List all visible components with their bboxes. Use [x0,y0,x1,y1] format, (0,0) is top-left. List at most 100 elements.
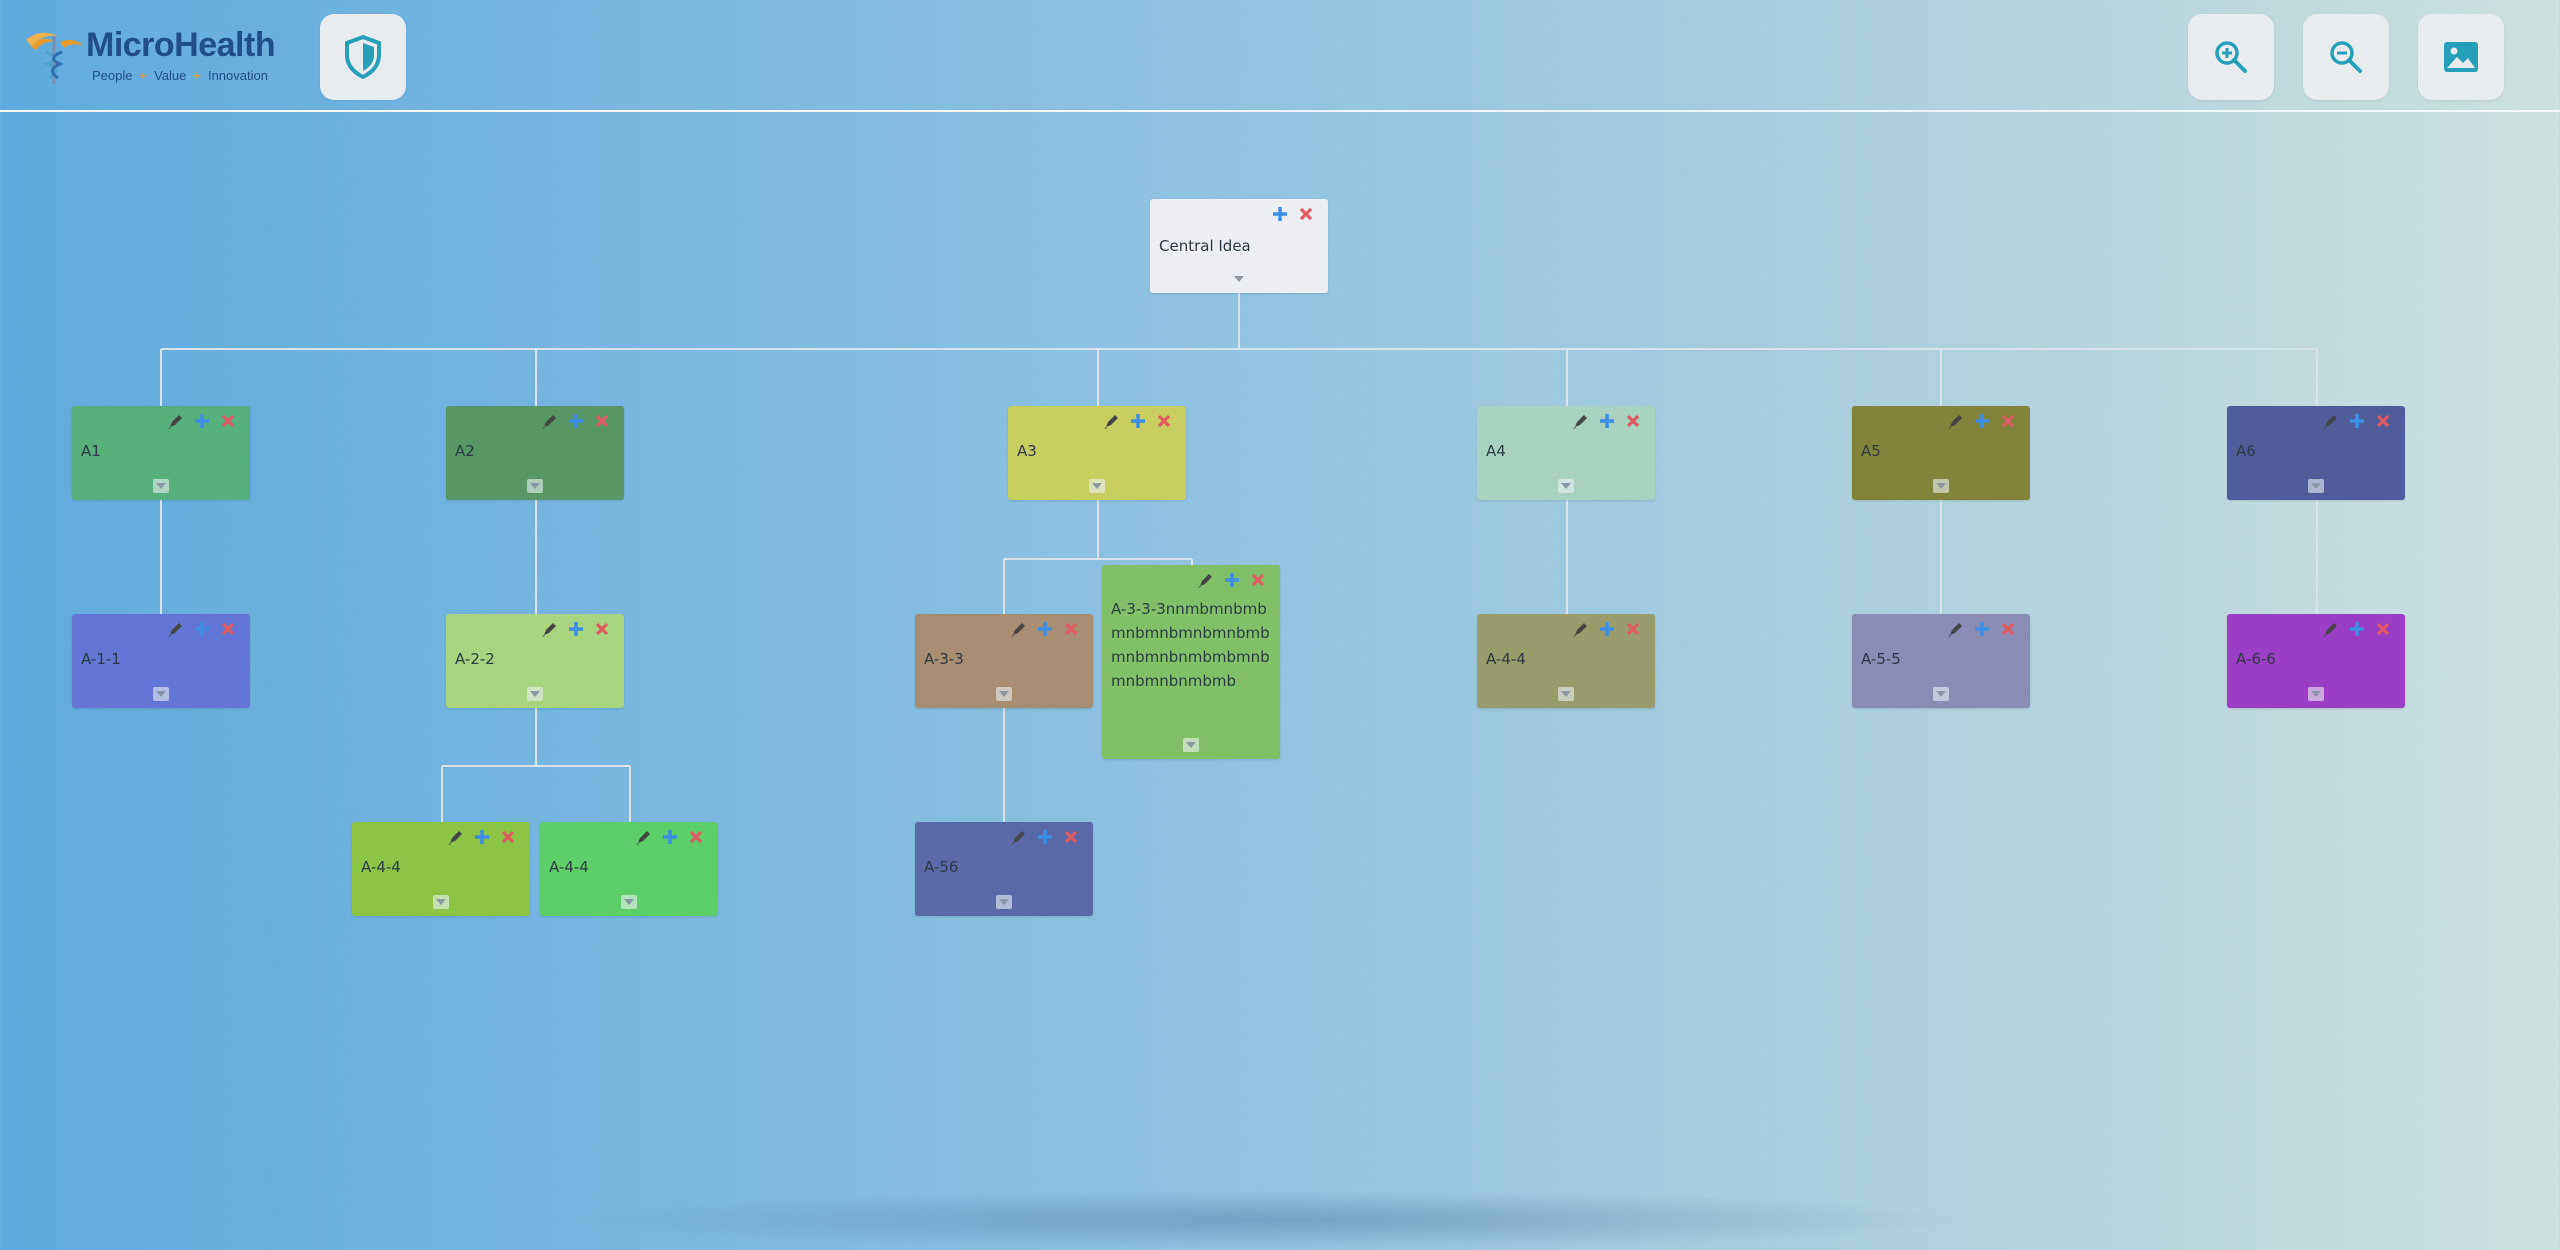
mindmap-node-a56[interactable]: A-56 [915,822,1093,916]
collapse-toggle[interactable] [1089,479,1105,493]
add-child-icon[interactable] [1597,619,1617,639]
add-child-icon[interactable] [2347,619,2367,639]
edit-node-icon[interactable] [446,827,466,847]
collapse-toggle[interactable] [2308,479,2324,493]
canvas-shadow [560,1190,1980,1250]
add-child-icon[interactable] [472,827,492,847]
collapse-toggle[interactable] [621,895,637,909]
add-child-icon[interactable] [566,411,586,431]
collapse-toggle[interactable] [433,895,449,909]
delete-node-icon[interactable] [1248,570,1268,590]
mindmap-node-a22[interactable]: A-2-2 [446,614,624,708]
delete-node-icon[interactable] [498,827,518,847]
collapse-toggle[interactable] [1231,272,1247,286]
node-label: A-1-1 [81,650,121,668]
collapse-toggle[interactable] [996,687,1012,701]
delete-node-icon[interactable] [1623,619,1643,639]
caret-down-icon [530,483,540,489]
collapse-toggle[interactable] [153,479,169,493]
add-child-icon[interactable] [566,619,586,639]
delete-node-icon[interactable] [592,619,612,639]
edit-node-icon[interactable] [1009,827,1029,847]
collapse-toggle[interactable] [2308,687,2324,701]
node-label: A6 [2236,442,2256,460]
delete-node-icon[interactable] [2373,411,2393,431]
edit-node-icon[interactable] [2321,411,2341,431]
mindmap-node-a44b[interactable]: A-4-4 [352,822,530,916]
add-child-icon[interactable] [192,411,212,431]
delete-node-icon[interactable] [2373,619,2393,639]
add-child-icon[interactable] [1035,827,1055,847]
edit-node-icon[interactable] [166,411,186,431]
mindmap-node-a66[interactable]: A-6-6 [2227,614,2405,708]
collapse-toggle[interactable] [996,895,1012,909]
delete-node-icon[interactable] [1296,204,1316,224]
collapse-toggle[interactable] [1183,738,1199,752]
add-child-icon[interactable] [1597,411,1617,431]
delete-node-icon[interactable] [218,619,238,639]
collapse-toggle[interactable] [527,687,543,701]
add-child-icon[interactable] [1270,204,1290,224]
node-label: A-3-3-3nnmbmnbmbmnbmnbmnbmnbmbmnbmnbnmbm… [1111,600,1270,690]
add-child-icon[interactable] [660,827,680,847]
mindmap-node-a1[interactable]: A1 [72,406,250,500]
collapse-toggle[interactable] [527,479,543,493]
edit-node-icon[interactable] [1571,619,1591,639]
mindmap-node-a11[interactable]: A-1-1 [72,614,250,708]
caret-down-icon [156,691,166,697]
mindmap-node-a55[interactable]: A-5-5 [1852,614,2030,708]
delete-node-icon[interactable] [1623,411,1643,431]
caret-down-icon [156,483,166,489]
node-label: A-5-5 [1861,650,1901,668]
edit-node-icon[interactable] [1946,619,1966,639]
mindmap-node-a44[interactable]: A-4-4 [1477,614,1655,708]
add-child-icon[interactable] [2347,411,2367,431]
edit-node-icon[interactable] [540,411,560,431]
add-child-icon[interactable] [1972,619,1992,639]
node-label: A2 [455,442,475,460]
mindmap-node-a333[interactable]: A-3-3-3nnmbmnbmbmnbmnbmnbmnbmbmnbmnbnmbm… [1102,565,1280,759]
caret-down-icon [2311,691,2321,697]
mindmap-node-a44c[interactable]: A-4-4 [540,822,718,916]
delete-node-icon[interactable] [592,411,612,431]
add-child-icon[interactable] [1128,411,1148,431]
add-child-icon[interactable] [1222,570,1242,590]
collapse-toggle[interactable] [1933,687,1949,701]
edit-node-icon[interactable] [1009,619,1029,639]
collapse-toggle[interactable] [1558,687,1574,701]
node-label: Central Idea [1159,237,1251,255]
edit-node-icon[interactable] [1196,570,1216,590]
mindmap-node-a5[interactable]: A5 [1852,406,2030,500]
node-label: A-4-4 [549,858,589,876]
edit-node-icon[interactable] [1102,411,1122,431]
node-label: A1 [81,442,101,460]
edit-node-icon[interactable] [2321,619,2341,639]
delete-node-icon[interactable] [218,411,238,431]
delete-node-icon[interactable] [1061,619,1081,639]
node-label: A-2-2 [455,650,495,668]
collapse-toggle[interactable] [1558,479,1574,493]
delete-node-icon[interactable] [1998,411,2018,431]
edit-node-icon[interactable] [540,619,560,639]
mindmap-node-a33[interactable]: A-3-3 [915,614,1093,708]
edit-node-icon[interactable] [1946,411,1966,431]
collapse-toggle[interactable] [1933,479,1949,493]
delete-node-icon[interactable] [1154,411,1174,431]
edit-node-icon[interactable] [1571,411,1591,431]
delete-node-icon[interactable] [1061,827,1081,847]
add-child-icon[interactable] [1972,411,1992,431]
add-child-icon[interactable] [192,619,212,639]
delete-node-icon[interactable] [686,827,706,847]
collapse-toggle[interactable] [153,687,169,701]
mindmap-node-a4[interactable]: A4 [1477,406,1655,500]
delete-node-icon[interactable] [1998,619,2018,639]
add-child-icon[interactable] [1035,619,1055,639]
mindmap-node-a2[interactable]: A2 [446,406,624,500]
node-label: A-4-4 [361,858,401,876]
mindmap-node-a3[interactable]: A3 [1008,406,1186,500]
edit-node-icon[interactable] [634,827,654,847]
node-label: A5 [1861,442,1881,460]
edit-node-icon[interactable] [166,619,186,639]
mindmap-node-a6[interactable]: A6 [2227,406,2405,500]
mindmap-node-central-idea[interactable]: Central Idea [1150,199,1328,293]
